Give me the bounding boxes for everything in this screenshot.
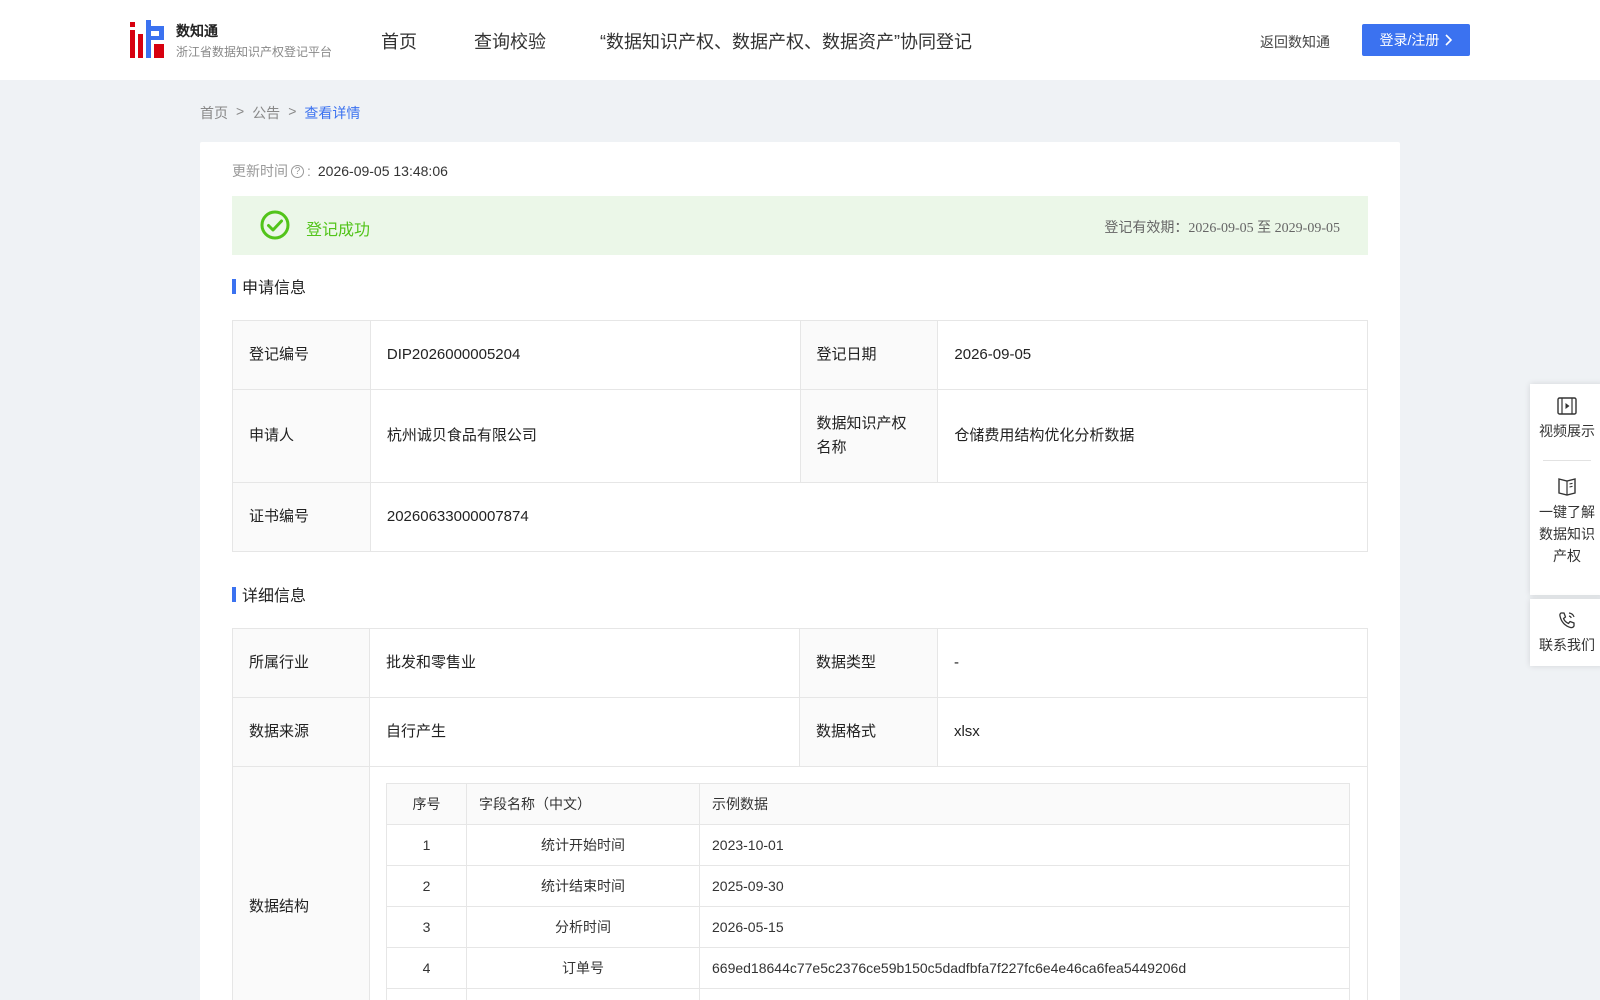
phone-icon — [1559, 611, 1575, 628]
nav-query[interactable]: 查询校验 — [474, 28, 546, 54]
field-no — [386, 988, 467, 1000]
nav-joint-registration[interactable]: “数据知识产权、数据产权、数据资产”协同登记 — [600, 28, 972, 54]
nav-home[interactable]: 首页 — [381, 28, 417, 54]
breadcrumb-announcement[interactable]: 公告 — [252, 103, 280, 123]
reg-date-value: 2026-09-05 — [937, 320, 1368, 390]
col-header-name: 字段名称（中文） — [466, 783, 700, 825]
update-time-value: 2026-09-05 13:48:06 — [317, 163, 448, 179]
table-row: 申请人 杭州诚贝食品有限公司 数据知识产权名称 仓储费用结构优化分析数据 — [232, 389, 1368, 483]
chevron-right-icon — [1445, 34, 1453, 46]
field-sample: 2025-09-30 — [699, 865, 1350, 907]
table-row: 数据结构 序号 字段名称（中文） 示例数据 1 统计开始时间 2023-10-0… — [232, 766, 1368, 1000]
section-details-label: 详细信息 — [242, 588, 307, 605]
field-sample — [699, 988, 1350, 1000]
fields-header-row: 序号 字段名称（中文） 示例数据 — [386, 783, 1350, 825]
fields-table: 序号 字段名称（中文） 示例数据 1 统计开始时间 2023-10-01 2 统… — [386, 783, 1350, 1000]
data-type-value: - — [936, 628, 1369, 698]
logo-icon[interactable] — [130, 20, 166, 60]
back-to-shuzhitong-link[interactable]: 返回数知通 — [1260, 32, 1330, 52]
reg-no-label: 登记编号 — [232, 320, 371, 390]
section-marker — [232, 586, 236, 602]
status-text: 登记成功 — [306, 222, 371, 239]
field-sample: 669ed18644c77e5c2376ce59b150c5dadfbfa7f2… — [699, 947, 1350, 989]
data-structure-label: 数据结构 — [232, 766, 370, 1000]
application-table: 登记编号 DIP2026000005204 登记日期 2026-09-05 申请… — [232, 320, 1369, 552]
table-row — [386, 988, 1350, 1000]
table-row: 所属行业 批发和零售业 数据类型 - — [232, 628, 1369, 698]
industry-label: 所属行业 — [232, 628, 370, 698]
col-header-sample: 示例数据 — [699, 783, 1350, 825]
update-time-label: 更新时间 — [232, 163, 288, 179]
table-row: 数据来源 自行产生 数据格式 xlsx — [232, 697, 1369, 767]
login-button-label: 登录/注册 — [1379, 32, 1440, 48]
validity-period: 登记有效期：2026-09-05 至 2029-09-05 — [1104, 221, 1340, 236]
applicant-value: 杭州诚贝食品有限公司 — [369, 389, 801, 483]
breadcrumb-current: 查看详情 — [304, 105, 361, 121]
section-details-title: 详细信息 — [232, 582, 306, 606]
table-row: 1 统计开始时间 2023-10-01 — [386, 824, 1350, 866]
col-header-no: 序号 — [386, 783, 467, 825]
ip-name-label: 数据知识产权名称 — [799, 389, 939, 483]
breadcrumb-separator: > — [288, 103, 297, 119]
brand-subtitle: 浙江省数据知识产权登记平台 — [176, 45, 333, 59]
data-format-label: 数据格式 — [798, 697, 938, 767]
data-structure-cell: 序号 字段名称（中文） 示例数据 1 统计开始时间 2023-10-01 2 统… — [369, 766, 1368, 1000]
table-row: 登记编号 DIP2026000005204 登记日期 2026-09-05 — [232, 320, 1368, 390]
table-row: 3 分析时间 2026-05-15 — [386, 906, 1350, 948]
reg-date-label: 登记日期 — [799, 320, 939, 390]
top-header: 数知通 浙江省数据知识产权登记平台 首页 查询校验 “数据知识产权、数据产权、数… — [0, 0, 1600, 80]
field-no: 2 — [386, 865, 467, 907]
brand-name: 数知通 — [176, 23, 218, 39]
side-panel-top: 视频展示 一键了解数据知识产权 — [1530, 384, 1600, 595]
section-marker — [232, 278, 236, 294]
field-sample: 2023-10-01 — [699, 824, 1350, 866]
field-no: 3 — [386, 906, 467, 948]
breadcrumb-separator: > — [236, 103, 245, 119]
data-source-label: 数据来源 — [232, 697, 370, 767]
update-time-colon: : — [307, 163, 311, 179]
field-name — [466, 988, 700, 1000]
contact-us-label: 联系我们 — [1539, 636, 1595, 653]
login-register-button[interactable]: 登录/注册 — [1362, 24, 1470, 56]
table-row: 4 订单号 669ed18644c77e5c2376ce59b150c5dadf… — [386, 947, 1350, 989]
status-banner: 登记成功 登记有效期：2026-09-05 至 2029-09-05 — [232, 196, 1368, 255]
cert-no-label: 证书编号 — [232, 482, 371, 552]
video-showcase-button[interactable]: 视频展示 — [1539, 396, 1595, 442]
learn-ip-button[interactable]: 一键了解数据知识产权 — [1538, 475, 1596, 567]
learn-ip-label: 一键了解数据知识产权 — [1539, 504, 1595, 564]
data-type-label: 数据类型 — [798, 628, 938, 698]
field-name: 统计开始时间 — [466, 824, 700, 866]
industry-value: 批发和零售业 — [369, 628, 800, 698]
data-source-value: 自行产生 — [369, 697, 800, 767]
contact-us-button[interactable]: 联系我们 — [1539, 610, 1595, 656]
video-icon — [1557, 397, 1577, 415]
book-icon — [1558, 478, 1576, 496]
detail-card: 更新时间 ? : 2026-09-05 13:48:06 登记成功 登记有效期：… — [200, 142, 1400, 1000]
side-divider — [1543, 460, 1591, 461]
field-name: 订单号 — [466, 947, 700, 989]
help-icon[interactable]: ? — [291, 164, 304, 178]
cert-no-value: 20260633000007874 — [369, 482, 1369, 552]
side-panel-contact: 联系我们 — [1530, 599, 1600, 666]
applicant-label: 申请人 — [232, 389, 371, 483]
section-application-label: 申请信息 — [242, 280, 307, 297]
breadcrumb: 首页 > 公告 > 查看详情 — [200, 103, 360, 123]
field-name: 分析时间 — [466, 906, 700, 948]
section-application-title: 申请信息 — [232, 274, 306, 298]
field-name: 统计结束时间 — [466, 865, 700, 907]
video-showcase-label: 视频展示 — [1539, 423, 1595, 439]
update-time-row: 更新时间 ? : 2026-09-05 13:48:06 — [232, 161, 448, 181]
breadcrumb-home[interactable]: 首页 — [200, 103, 228, 123]
table-row: 证书编号 20260633000007874 — [232, 482, 1369, 552]
check-circle-icon — [260, 210, 290, 240]
ip-name-value: 仓储费用结构优化分析数据 — [937, 389, 1368, 483]
table-row: 2 统计结束时间 2025-09-30 — [386, 865, 1350, 907]
field-sample: 2026-05-15 — [699, 906, 1350, 948]
reg-no-value: DIP2026000005204 — [369, 320, 801, 390]
field-no: 1 — [386, 824, 467, 866]
data-format-value: xlsx — [936, 697, 1369, 767]
details-table: 所属行业 批发和零售业 数据类型 - 数据来源 自行产生 数据格式 xlsx 数… — [232, 628, 1369, 1000]
field-no: 4 — [386, 947, 467, 989]
